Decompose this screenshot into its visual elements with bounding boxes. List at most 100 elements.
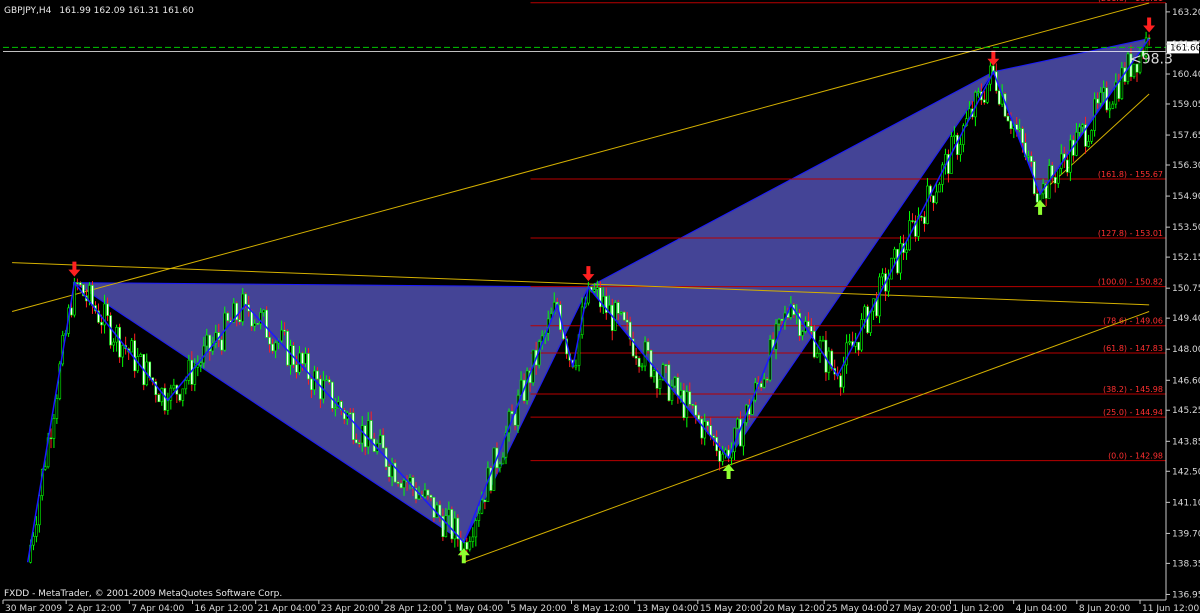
candle-body (920, 215, 923, 218)
candle-body (593, 289, 596, 292)
candle-body (845, 342, 848, 366)
candle-body (187, 359, 191, 381)
x-tick-label-7: 1 May 04:00 (447, 604, 503, 613)
y-tick-label-14: 143.85 (1172, 437, 1200, 447)
candle-body (839, 375, 842, 388)
candle-body (510, 411, 514, 415)
candle-body (348, 412, 352, 415)
candle-body (453, 517, 457, 540)
candle-body (319, 378, 322, 400)
candle-body (301, 352, 304, 364)
candle-body (283, 329, 286, 332)
candle-body (357, 442, 361, 445)
candle-body (887, 278, 890, 292)
fib-label-6: (38.2) - 145.98 (1103, 385, 1163, 394)
y-tick-label-18: 138.35 (1172, 559, 1200, 569)
candle-body (471, 536, 475, 542)
candle-body (474, 520, 478, 538)
candle-body (160, 387, 164, 403)
candle-body (815, 353, 819, 358)
candle-body (328, 379, 331, 383)
candle-body (423, 489, 427, 498)
candle-body (1099, 92, 1102, 104)
candle-body (762, 378, 766, 388)
candle-body (166, 399, 170, 411)
candle-body (801, 331, 804, 336)
y-tick-label-1: 161.75 (1172, 40, 1200, 50)
candle-body (1120, 67, 1124, 99)
candle-body (893, 248, 896, 259)
y-tick-label-3: 159.05 (1172, 100, 1200, 110)
candle-body (780, 318, 784, 321)
candle-body (574, 365, 578, 368)
y-tick-label-8: 152.15 (1172, 253, 1200, 263)
fib-label-2: (127.8) - 153.01 (1098, 229, 1163, 238)
candle-body (133, 340, 136, 372)
candle-body (599, 287, 602, 308)
candle-body (986, 83, 989, 103)
x-tick-label-16: 4 Jun 04:00 (1016, 604, 1068, 613)
candle-body (622, 311, 626, 321)
candle-body (465, 541, 469, 550)
price-chart[interactable]: (261.8) - 163.61 (161.8) - 155.67 (127.8) … (0, 0, 1200, 613)
candle-body (1006, 115, 1010, 122)
candle-body (286, 330, 289, 366)
y-tick-label-5: 156.30 (1172, 161, 1200, 171)
candle-body (685, 391, 689, 418)
x-tick-label-11: 15 May 20:00 (700, 604, 762, 613)
candle-body (447, 509, 451, 516)
candle-body (310, 378, 313, 391)
candle-body (483, 499, 487, 502)
candle-body (1059, 153, 1063, 169)
candle-body (304, 353, 307, 364)
candle-body (712, 435, 715, 438)
y-tick-label-19: 136.95 (1172, 590, 1200, 600)
candle-body (923, 216, 926, 224)
candle-body (220, 339, 224, 351)
candle-body (1087, 140, 1090, 147)
candle-body (450, 509, 454, 540)
candle-body (634, 355, 638, 359)
candle-body (932, 195, 935, 204)
candle-body (408, 477, 412, 483)
candle-body (354, 439, 358, 444)
candle-body (426, 489, 430, 496)
candle-body (334, 407, 337, 410)
candle-body (268, 337, 271, 345)
candle-body (1021, 128, 1024, 144)
x-tick-label-3: 16 Apr 12:00 (195, 604, 254, 613)
candle-body (250, 310, 253, 327)
candle-body (498, 463, 502, 469)
candle-body (848, 341, 851, 344)
candle-body (1030, 155, 1033, 162)
candle-body (378, 434, 382, 444)
candle-body (1096, 98, 1099, 104)
fib-label-1: (161.8) - 155.67 (1098, 170, 1163, 179)
candle-body (721, 453, 724, 462)
candle-body (106, 303, 109, 316)
candle-body (295, 364, 298, 373)
y-tick-label-6: 154.90 (1172, 192, 1200, 202)
candle-body (274, 342, 277, 352)
candle-body (396, 481, 400, 484)
candle-body (673, 377, 677, 387)
candle-body (205, 334, 209, 347)
candle-body (911, 220, 914, 222)
candle-body (640, 365, 644, 368)
candle-body (265, 309, 268, 338)
copyright-text: FXDD - MetaTrader, © 2001-2009 MetaQuote… (4, 589, 282, 599)
candle-body (718, 450, 721, 462)
x-tick-label-9: 8 May 12:00 (574, 604, 630, 613)
candle-body (938, 184, 941, 193)
candle-body (100, 322, 103, 326)
candle-body (366, 420, 370, 448)
candle-body (43, 466, 47, 470)
candle-body (977, 91, 980, 93)
candle-body (399, 483, 403, 489)
candle-body (1081, 124, 1084, 128)
candle-body (360, 425, 364, 444)
x-tick-label-13: 25 May 04:00 (826, 604, 888, 613)
candle-body (777, 318, 781, 325)
candle-body (32, 536, 35, 546)
candle-body (613, 302, 617, 331)
